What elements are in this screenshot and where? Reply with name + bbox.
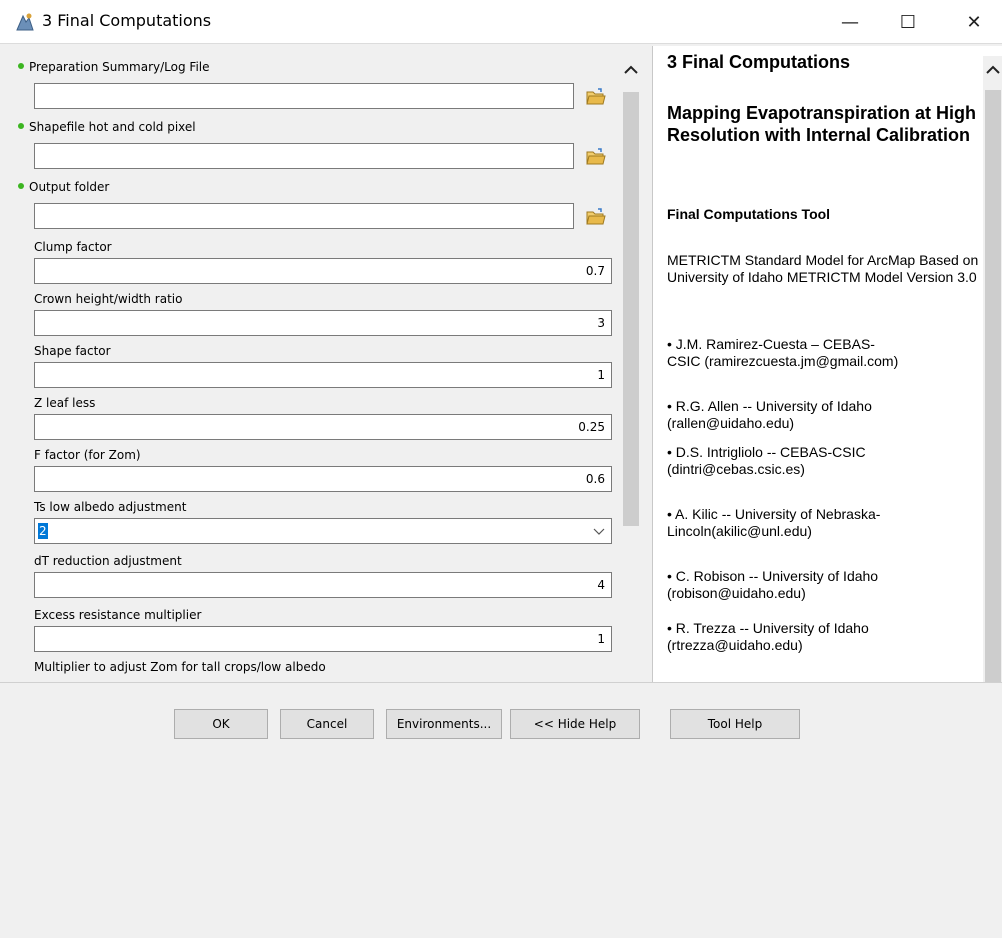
shapefile-input[interactable]: [34, 143, 574, 169]
crown-ratio-label: Crown height/width ratio: [34, 292, 183, 306]
cancel-button[interactable]: Cancel: [280, 709, 374, 739]
help-vertical-scrollbar[interactable]: [983, 56, 1002, 682]
dialog-footer: OK Cancel Environments... << Hide Help T…: [0, 682, 1002, 938]
app-tool-icon: [16, 13, 34, 31]
output-folder-input[interactable]: [34, 203, 574, 229]
required-icon: [18, 63, 24, 69]
prep-summary-browse-button[interactable]: [582, 83, 610, 111]
shape-factor-label: Shape factor: [34, 344, 111, 358]
required-icon: [18, 183, 24, 189]
ts-low-albedo-label: Ts low albedo adjustment: [34, 500, 187, 514]
clump-factor-label: Clump factor: [34, 240, 112, 254]
crown-ratio-input[interactable]: 3: [34, 310, 612, 336]
z-leaf-less-input[interactable]: 0.25: [34, 414, 612, 440]
excess-resistance-input[interactable]: 1: [34, 626, 612, 652]
window-title: 3 Final Computations: [42, 11, 212, 30]
tool-help-button[interactable]: Tool Help: [670, 709, 800, 739]
hide-help-button[interactable]: << Hide Help: [510, 709, 640, 739]
folder-open-icon: [586, 208, 606, 225]
scroll-up-icon[interactable]: [622, 62, 640, 78]
help-author-item: • R. Trezza -- University of Idaho (rtrez…: [667, 620, 869, 653]
ok-button[interactable]: OK: [174, 709, 268, 739]
output-folder-browse-button[interactable]: [582, 203, 610, 231]
help-author-item: • C. Robison -- University of Idaho (robi…: [667, 568, 879, 601]
parameters-pane: Preparation Summary/Log File Shapefile h…: [8, 46, 648, 682]
shapefile-browse-button[interactable]: [582, 143, 610, 171]
zom-multiplier-label: Multiplier to adjust Zom for tall crops/…: [34, 660, 326, 674]
help-subtitle: Mapping Evapotranspiration at High Resol…: [667, 103, 977, 145]
help-tool-heading: Final Computations Tool: [667, 206, 831, 222]
ts-low-albedo-select[interactable]: 2: [34, 518, 612, 544]
help-title: 3 Final Computations: [667, 52, 851, 72]
folder-open-icon: [586, 88, 606, 105]
folder-open-icon: [586, 148, 606, 165]
prep-summary-label: Preparation Summary/Log File: [18, 60, 210, 74]
shapefile-label: Shapefile hot and cold pixel: [18, 120, 196, 134]
chevron-down-icon: [593, 528, 605, 535]
parameters-vertical-scrollbar[interactable]: [620, 56, 642, 682]
ts-low-albedo-selected: 2: [38, 523, 48, 539]
z-leaf-less-label: Z leaf less: [34, 396, 96, 410]
maximize-button[interactable]: ☐: [880, 0, 936, 44]
help-author-item: • R.G. Allen -- University of Idaho (rall…: [667, 398, 872, 431]
help-scroll-thumb[interactable]: [985, 90, 1001, 682]
required-icon: [18, 123, 24, 129]
help-author-item: • J.M. Ramirez-Cuesta – CEBAS- CSIC (rami…: [667, 336, 899, 369]
parameters-scroll-thumb[interactable]: [623, 92, 639, 526]
title-bar: 3 Final Computations — ☐ ✕: [0, 0, 1002, 44]
minimize-button[interactable]: —: [822, 0, 878, 44]
dt-reduction-input[interactable]: 4: [34, 572, 612, 598]
prep-summary-input[interactable]: [34, 83, 574, 109]
shape-factor-input[interactable]: 1: [34, 362, 612, 388]
environments-button[interactable]: Environments...: [386, 709, 502, 739]
output-folder-label: Output folder: [18, 180, 109, 194]
clump-factor-input[interactable]: 0.7: [34, 258, 612, 284]
help-author-item: • A. Kilic -- University of Nebraska- Lin…: [667, 506, 881, 539]
f-factor-input[interactable]: 0.6: [34, 466, 612, 492]
excess-resistance-label: Excess resistance multiplier: [34, 608, 202, 622]
help-description: METRICTM Standard Model for ArcMap Based…: [667, 252, 979, 285]
f-factor-label: F factor (for Zom): [34, 448, 141, 462]
scroll-up-icon[interactable]: [984, 62, 1002, 78]
help-author-item: • D.S. Intrigliolo -- CEBAS-CSIC (dintri@…: [667, 444, 866, 477]
help-pane: 3 Final Computations Mapping Evapotransp…: [652, 46, 1002, 682]
dt-reduction-label: dT reduction adjustment: [34, 554, 182, 568]
close-button[interactable]: ✕: [946, 0, 1002, 44]
